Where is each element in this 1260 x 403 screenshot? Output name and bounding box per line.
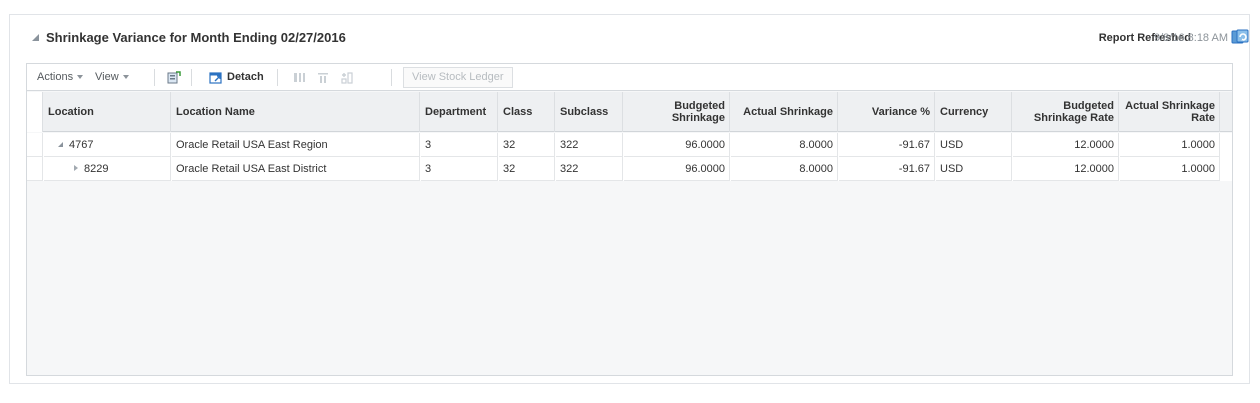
toolbar-divider bbox=[154, 69, 155, 86]
cell-variance-pct[interactable]: -91.67 bbox=[839, 157, 935, 181]
column-header-actual-shrinkage-rate[interactable]: Actual Shrinkage Rate bbox=[1120, 92, 1220, 132]
cell-location[interactable]: 4767 bbox=[44, 133, 171, 157]
wrap-icon[interactable] bbox=[316, 71, 330, 84]
cell-department[interactable]: 3 bbox=[421, 157, 498, 181]
table-row[interactable]: 8229 Oracle Retail USA East District 3 3… bbox=[27, 157, 1232, 181]
cell-department[interactable]: 3 bbox=[421, 133, 498, 157]
view-menu[interactable]: View bbox=[95, 64, 129, 91]
cell-actual-shrinkage-rate[interactable]: 1.0000 bbox=[1120, 157, 1220, 181]
cell-budgeted-shrinkage[interactable]: 96.0000 bbox=[624, 133, 730, 157]
column-header-budgeted-shrinkage[interactable]: Budgeted Shrinkage bbox=[624, 92, 730, 132]
cell-variance-pct[interactable]: -91.67 bbox=[839, 133, 935, 157]
cell-budgeted-shrinkage-rate[interactable]: 12.0000 bbox=[1013, 133, 1119, 157]
cell-actual-shrinkage-rate[interactable]: 1.0000 bbox=[1120, 133, 1220, 157]
column-header-currency[interactable]: Currency bbox=[936, 92, 1012, 132]
cell-class[interactable]: 32 bbox=[499, 133, 555, 157]
table-row[interactable]: 4767 Oracle Retail USA East Region 3 32 … bbox=[27, 133, 1232, 157]
view-stock-ledger-button[interactable]: View Stock Ledger bbox=[403, 67, 513, 88]
column-header-actual-shrinkage[interactable]: Actual Shrinkage bbox=[731, 92, 838, 132]
table-header: Location Location Name Department Class … bbox=[27, 92, 1232, 132]
row-header-corner bbox=[27, 92, 43, 132]
toolbar-divider bbox=[277, 69, 278, 86]
column-header-subclass[interactable]: Subclass bbox=[556, 92, 623, 132]
reorder-columns-icon[interactable] bbox=[340, 71, 354, 84]
detach-icon[interactable] bbox=[209, 71, 223, 84]
column-header-location-name[interactable]: Location Name bbox=[172, 92, 420, 132]
row-header-cell bbox=[27, 157, 43, 181]
location-value: 8229 bbox=[84, 163, 109, 175]
panel-title: Shrinkage Variance for Month Ending 02/2… bbox=[46, 30, 346, 45]
actions-menu-label: Actions bbox=[37, 71, 74, 83]
report-panel: Shrinkage Variance for Month Ending 02/2… bbox=[9, 14, 1250, 384]
tree-collapsed-icon[interactable] bbox=[74, 165, 78, 171]
chevron-down-icon bbox=[77, 75, 84, 79]
freeze-columns-icon[interactable] bbox=[292, 71, 306, 84]
cell-budgeted-shrinkage[interactable]: 96.0000 bbox=[624, 157, 730, 181]
cell-location-name[interactable]: Oracle Retail USA East District bbox=[172, 157, 420, 181]
column-header-budgeted-shrinkage-rate[interactable]: Budgeted Shrinkage Rate bbox=[1013, 92, 1119, 132]
column-header-location[interactable]: Location bbox=[44, 92, 171, 132]
toolbar-divider bbox=[391, 69, 392, 86]
cell-currency[interactable]: USD bbox=[936, 157, 1012, 181]
collapse-triangle-icon[interactable] bbox=[32, 34, 39, 41]
report-table: Actions View Detach View Stock Ledger Lo… bbox=[26, 63, 1233, 376]
cell-subclass[interactable]: 322 bbox=[556, 157, 623, 181]
chevron-down-icon bbox=[122, 75, 129, 79]
cell-actual-shrinkage[interactable]: 8.0000 bbox=[731, 133, 838, 157]
cell-currency[interactable]: USD bbox=[936, 133, 1012, 157]
refresh-icon[interactable] bbox=[1231, 28, 1249, 46]
export-icon[interactable] bbox=[167, 71, 181, 84]
table-toolbar: Actions View Detach View Stock Ledger bbox=[27, 64, 1232, 91]
cell-subclass[interactable]: 322 bbox=[556, 133, 623, 157]
column-header-class[interactable]: Class bbox=[499, 92, 555, 132]
panel-header: Shrinkage Variance for Month Ending 02/2… bbox=[10, 15, 1249, 59]
report-refreshed-time: 9/8/16 8:18 AM bbox=[1154, 32, 1228, 44]
cell-actual-shrinkage[interactable]: 8.0000 bbox=[731, 157, 838, 181]
view-menu-label: View bbox=[95, 71, 119, 83]
tree-expanded-icon[interactable] bbox=[58, 142, 63, 147]
actions-menu[interactable]: Actions bbox=[37, 64, 84, 91]
row-header-cell bbox=[27, 133, 43, 157]
toolbar-divider bbox=[191, 69, 192, 86]
cell-class[interactable]: 32 bbox=[499, 157, 555, 181]
cell-location[interactable]: 8229 bbox=[44, 157, 171, 181]
location-value: 4767 bbox=[69, 139, 94, 151]
detach-button[interactable]: Detach bbox=[227, 64, 264, 91]
column-header-variance-pct[interactable]: Variance % bbox=[839, 92, 935, 132]
cell-location-name[interactable]: Oracle Retail USA East Region bbox=[172, 133, 420, 157]
column-header-department[interactable]: Department bbox=[421, 92, 498, 132]
cell-budgeted-shrinkage-rate[interactable]: 12.0000 bbox=[1013, 157, 1119, 181]
